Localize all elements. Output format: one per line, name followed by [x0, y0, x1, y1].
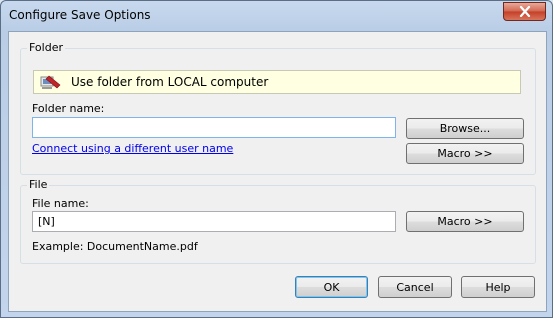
- dialog-body: Folder Use folder from LOCAL computer Fo…: [8, 31, 547, 312]
- cancel-button[interactable]: Cancel: [378, 276, 452, 298]
- folder-name-label: Folder name:: [32, 102, 105, 115]
- file-group-label: File: [27, 178, 50, 191]
- dialog-window: Configure Save Options Folder Use folder…: [0, 0, 553, 318]
- connect-different-user-link[interactable]: Connect using a different user name: [32, 142, 233, 155]
- example-text: Example: DocumentName.pdf: [32, 240, 198, 253]
- folder-macro-button[interactable]: Macro >>: [406, 143, 524, 164]
- browse-button[interactable]: Browse...: [406, 118, 524, 139]
- file-name-input[interactable]: [N]: [32, 211, 396, 232]
- local-computer-icon: [40, 75, 61, 89]
- folder-group-label: Folder: [27, 41, 65, 54]
- file-group: File File name: [N] Macro >> Example: Do…: [20, 178, 536, 264]
- window-title: Configure Save Options: [9, 8, 151, 22]
- title-bar[interactable]: Configure Save Options: [1, 1, 552, 31]
- banner-text: Use folder from LOCAL computer: [71, 75, 269, 89]
- close-button[interactable]: [503, 2, 546, 21]
- file-macro-button[interactable]: Macro >>: [406, 211, 524, 232]
- local-folder-banner: Use folder from LOCAL computer: [33, 70, 521, 94]
- help-button[interactable]: Help: [461, 276, 535, 298]
- close-icon: [519, 6, 530, 17]
- file-name-label: File name:: [32, 197, 89, 210]
- ok-button[interactable]: OK: [295, 276, 368, 298]
- folder-name-input[interactable]: [32, 117, 396, 138]
- folder-group: Folder Use folder from LOCAL computer Fo…: [20, 41, 536, 175]
